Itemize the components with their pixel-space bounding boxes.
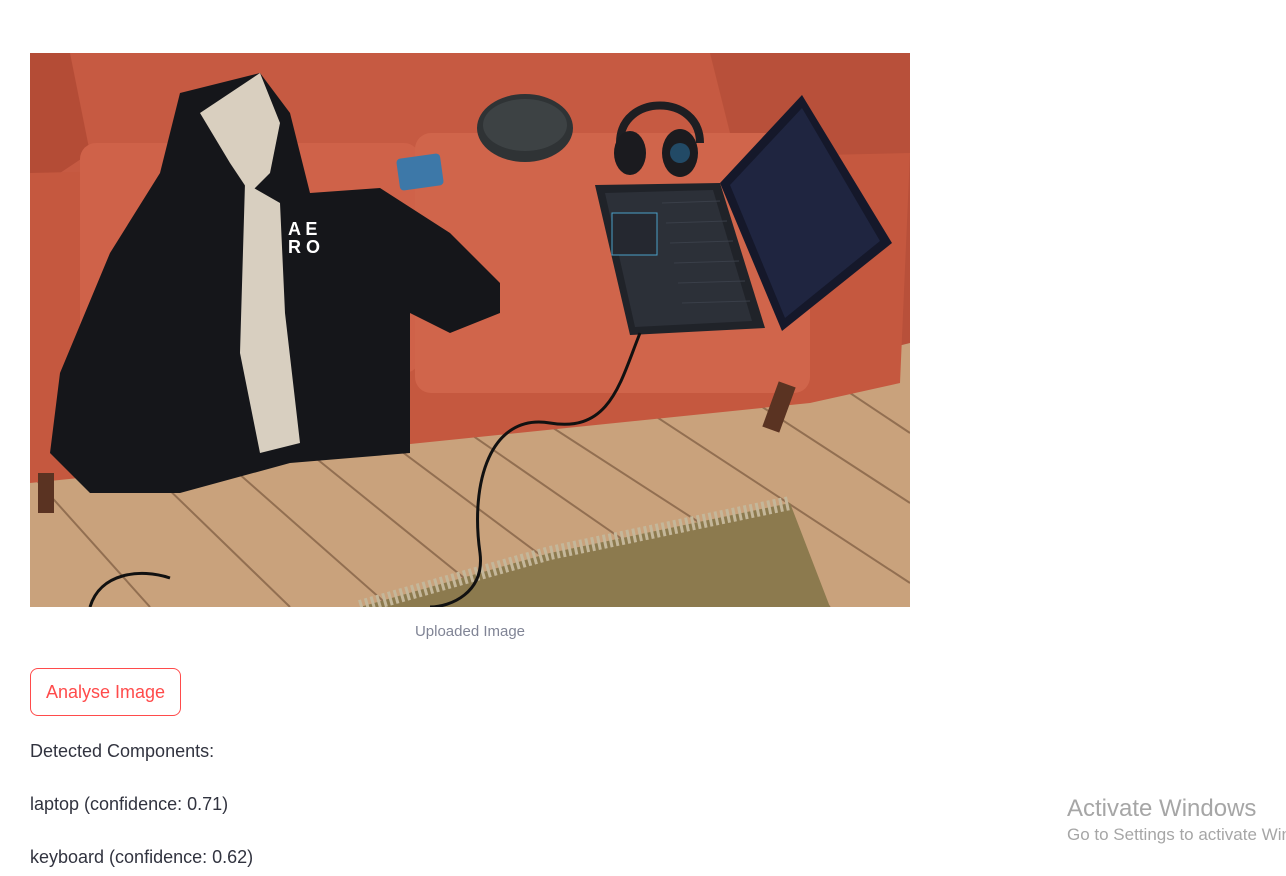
- analyse-image-button[interactable]: Analyse Image: [30, 668, 182, 716]
- app-page: A E R O Uploaded Image Analyse Image Det…: [0, 0, 1286, 876]
- results-heading: Detected Components:: [30, 741, 215, 761]
- detection-item: laptop (confidence: 0.71): [30, 794, 229, 814]
- detection-results: Detected Components: laptop (confidence:…: [30, 740, 253, 876]
- uploaded-image-figure: A E R O Uploaded Image: [30, 53, 910, 640]
- watermark-subtitle: Go to Settings to activate Windows.: [1067, 825, 1286, 844]
- detection-item: keyboard (confidence: 0.62): [30, 847, 254, 867]
- svg-text:A E: A E: [288, 219, 317, 239]
- svg-text:R O: R O: [288, 237, 320, 257]
- watermark-title: Activate Windows: [1067, 795, 1257, 822]
- uploaded-photo: A E R O: [30, 53, 910, 607]
- activate-windows-watermark: Activate Windows Go to Settings to activ…: [1067, 795, 1286, 847]
- image-caption: Uploaded Image: [414, 623, 526, 640]
